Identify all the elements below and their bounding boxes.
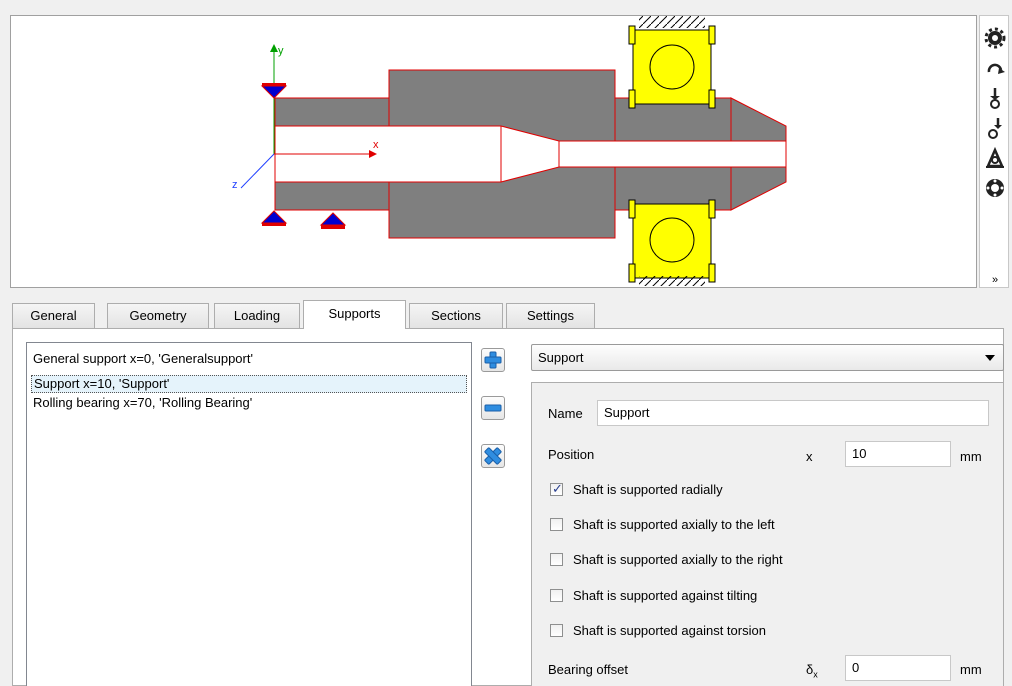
bearing-offset-symbol: δx [806, 662, 818, 680]
list-item[interactable]: Rolling bearing x=70, 'Rolling Bearing' [31, 394, 254, 412]
list-item-selected[interactable]: Support x=10, 'Support' [31, 375, 467, 393]
bottom-bearing [628, 199, 716, 286]
force-offset-icon[interactable] [984, 116, 1006, 140]
support-type-select[interactable]: Support [531, 344, 1004, 371]
axial-left-checkbox[interactable] [550, 518, 563, 531]
support-properties-panel [531, 382, 1004, 686]
axis-y-label: y [278, 45, 284, 57]
tab-settings[interactable]: Settings [506, 303, 595, 328]
support-type-value: Support [538, 350, 584, 365]
bearing-offset-subscript: x [813, 669, 818, 680]
checkmark-icon: ✓ [552, 481, 563, 496]
axis-x-label: x [373, 139, 379, 151]
axis-z-label: z [232, 179, 238, 191]
name-label: Name [548, 406, 583, 421]
side-toolbar: » [979, 15, 1009, 288]
position-label: Position [548, 447, 595, 462]
delete-all-supports-button[interactable] [481, 444, 505, 468]
remove-support-button[interactable] [481, 396, 505, 420]
rolling-bearing-icon[interactable] [984, 176, 1006, 200]
torsion-label: Shaft is supported against torsion [573, 623, 766, 638]
chevron-down-icon [985, 355, 995, 361]
tilting-checkbox[interactable] [550, 589, 563, 602]
add-support-button[interactable] [481, 348, 505, 372]
axial-right-label: Shaft is supported axially to the right [573, 552, 783, 567]
tab-bar: General Geometry Loading Supports Sectio… [12, 300, 1002, 329]
axial-right-checkbox[interactable] [550, 553, 563, 566]
top-bearing [628, 16, 716, 109]
name-field[interactable]: Support [597, 400, 989, 426]
shaft-viewport[interactable]: y x z [10, 15, 977, 288]
tab-loading[interactable]: Loading [214, 303, 300, 328]
bearing-offset-field[interactable]: 0 [845, 655, 951, 681]
bearing-offset-label: Bearing offset [548, 662, 628, 677]
axial-left-label: Shaft is supported axially to the left [573, 517, 775, 532]
point-force-icon[interactable] [984, 86, 1006, 110]
gear-settings-icon[interactable] [984, 26, 1006, 50]
torsion-checkbox[interactable] [550, 624, 563, 637]
torque-icon[interactable] [984, 56, 1006, 80]
tab-supports[interactable]: Supports [303, 300, 406, 329]
list-item[interactable]: General support x=0, 'Generalsupport' [31, 350, 255, 368]
position-field[interactable]: 10 [845, 441, 951, 467]
tab-geometry[interactable]: Geometry [107, 303, 209, 328]
position-symbol: x [806, 449, 813, 464]
tab-general[interactable]: General [12, 303, 95, 328]
minus-icon [484, 404, 502, 412]
support-icon[interactable] [984, 146, 1006, 170]
plus-icon [484, 351, 502, 369]
position-unit: mm [960, 449, 982, 464]
support-symbol [319, 212, 347, 229]
tilting-label: Shaft is supported against tilting [573, 588, 758, 603]
more-tools-chevron-icon[interactable]: » [984, 274, 1006, 286]
tab-sections[interactable]: Sections [409, 303, 503, 328]
radial-support-checkbox[interactable]: ✓ [550, 481, 563, 496]
support-list[interactable]: General support x=0, 'Generalsupport' Su… [26, 342, 472, 686]
cross-icon [484, 447, 502, 465]
bearing-offset-unit: mm [960, 662, 982, 677]
radial-support-label: Shaft is supported radially [573, 482, 723, 497]
